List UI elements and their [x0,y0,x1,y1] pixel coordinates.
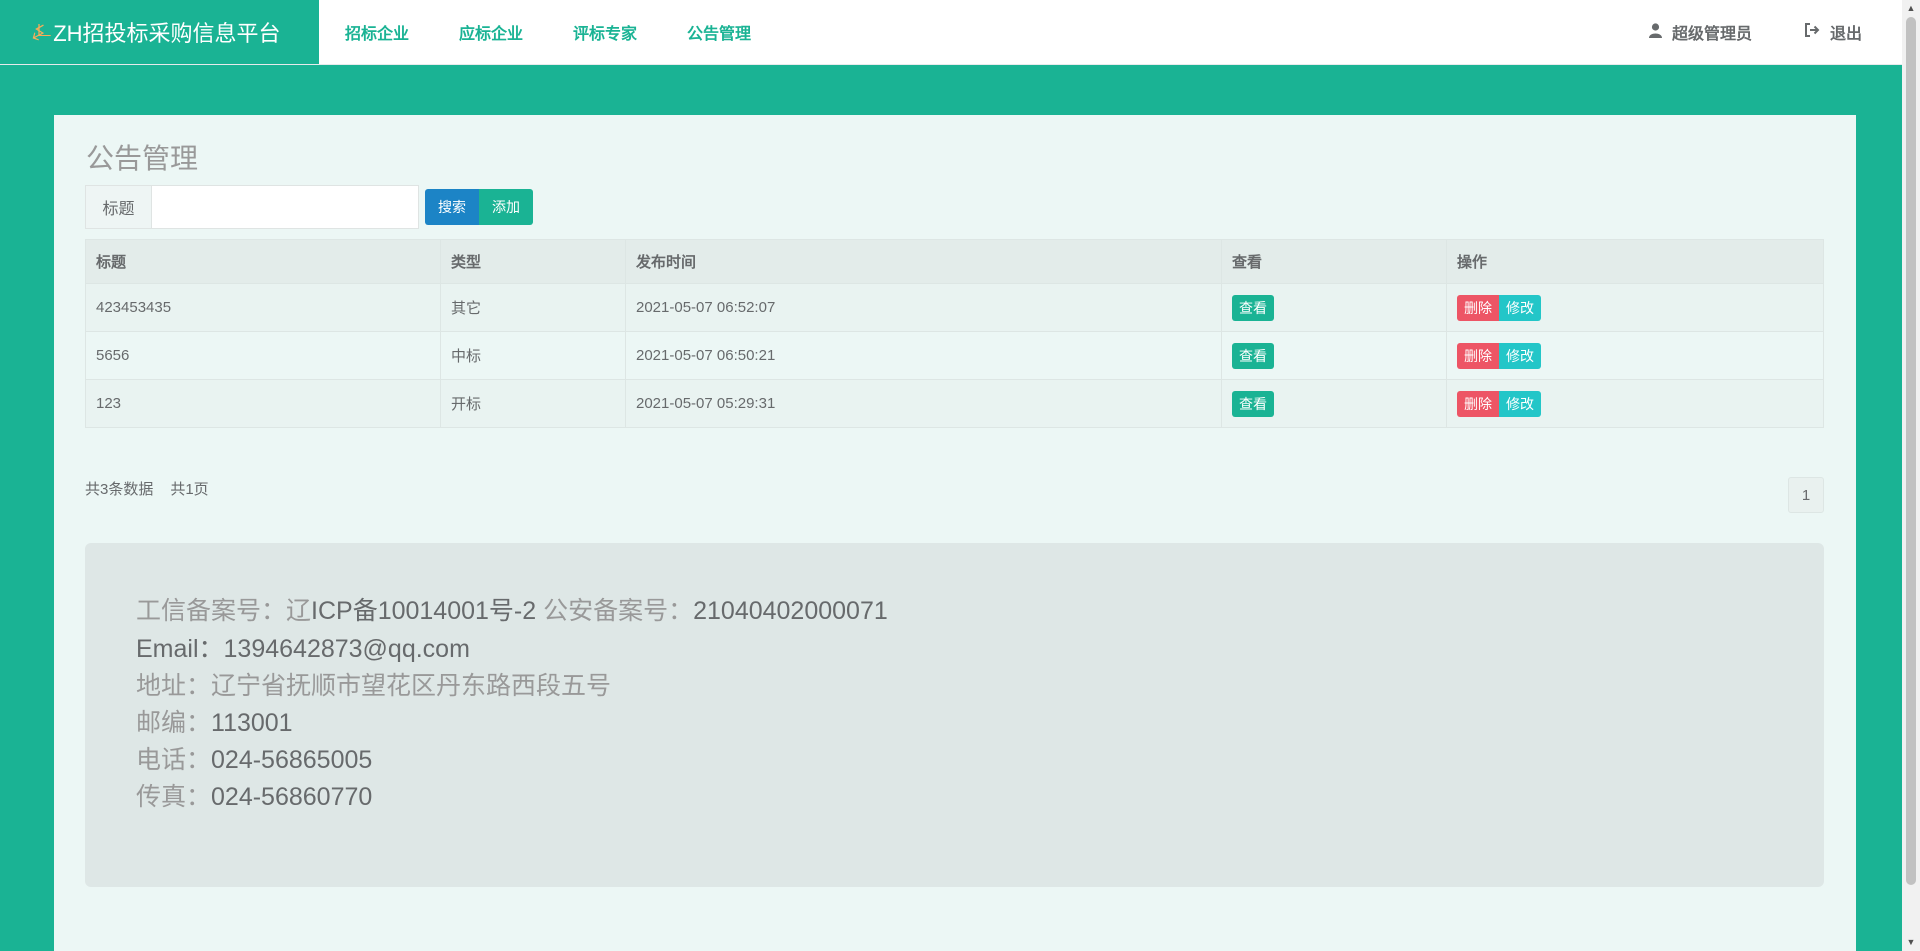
scrollbar-thumb[interactable] [1906,17,1916,885]
cell-actions: 删除 修改 [1446,331,1824,380]
logout-link[interactable]: 退出 [1804,20,1862,44]
page-title: 公告管理 [86,143,199,174]
view-button[interactable]: 查看 [1232,390,1274,417]
footer-email: Email：1394642873@qq.com [136,635,470,663]
search-button[interactable]: 搜索 [425,189,479,225]
user-profile-link[interactable]: 超级管理员 [1648,20,1752,44]
edit-button[interactable]: 修改 [1499,294,1541,321]
scroll-down-icon[interactable]: ▼ [1902,934,1920,951]
logout-label: 退出 [1829,26,1862,43]
edit-button[interactable]: 修改 [1499,390,1541,417]
column-header-type: 类型 [440,239,626,284]
table-row: 123 开标 2021-05-07 05:29:31 查看 删除 修改 [85,379,1824,428]
brand[interactable]: ⍼ ZH招投标采购信息平台 [0,0,319,64]
sign-out-icon [1804,23,1820,41]
table-row: 423453435 其它 2021-05-07 06:52:07 查看 删除 修改 [85,283,1824,332]
title-search-group: 标题 [85,185,419,229]
user-name: 超级管理员 [1671,26,1752,43]
content-panel: 公告管理 标题 搜索 添加 标题 类型 发布时间 查看 操作 423453435… [54,115,1856,951]
nav-item-bidding-companies[interactable]: 招标企业 [320,20,434,44]
nav-item-experts[interactable]: 评标专家 [548,20,662,44]
add-button[interactable]: 添加 [479,189,533,225]
cell-publish-time: 2021-05-07 06:52:07 [625,283,1222,332]
record-count: 共3条数据 共1页 [85,478,226,499]
delete-button[interactable]: 删除 [1457,294,1499,321]
page-button-1[interactable]: 1 [1788,477,1824,513]
column-header-title: 标题 [85,239,441,284]
cell-type: 其它 [440,283,626,332]
footer-postcode: 邮编：113001 [136,709,293,737]
user-icon [1648,22,1662,42]
announcements-table: 标题 类型 发布时间 查看 操作 423453435 其它 2021-05-07… [85,239,1824,428]
total-records: 共3条数据 [85,481,154,498]
footer-fax: 传真：024-56860770 [136,783,373,811]
column-header-publish-time: 发布时间 [625,239,1222,284]
logo-icon: ⍼ [32,19,52,44]
title-search-input[interactable] [152,186,418,228]
table-row: 5656 中标 2021-05-07 06:50:21 查看 删除 修改 [85,331,1824,380]
column-header-view: 查看 [1221,239,1447,284]
cell-view: 查看 [1221,331,1447,380]
nav-item-tendering-companies[interactable]: 应标企业 [434,20,548,44]
top-navbar: ⍼ ZH招投标采购信息平台 招标企业 应标企业 评标专家 公告管理 超级管理员 … [0,0,1902,65]
footer-registration: 工信备案号：辽ICP备10014001号-2 公安备案号：21040402000… [136,597,888,625]
cell-actions: 删除 修改 [1446,379,1824,428]
cell-type: 中标 [440,331,626,380]
footer-phone: 电话：024-56865005 [136,746,373,774]
cell-title: 423453435 [85,283,441,332]
title-search-label: 标题 [86,186,152,228]
action-buttons: 搜索 添加 [425,189,533,225]
edit-button[interactable]: 修改 [1499,342,1541,369]
nav-item-announcements[interactable]: 公告管理 [662,20,776,44]
column-header-actions: 操作 [1446,239,1824,284]
search-bar: 标题 搜索 添加 [85,185,533,229]
footer-info: 工信备案号：辽ICP备10014001号-2 公安备案号：21040402000… [85,543,1824,887]
cell-title: 123 [85,379,441,428]
cell-type: 开标 [440,379,626,428]
view-button[interactable]: 查看 [1232,342,1274,369]
delete-button[interactable]: 删除 [1457,342,1499,369]
table-header-row: 标题 类型 发布时间 查看 操作 [85,239,1824,284]
cell-publish-time: 2021-05-07 05:29:31 [625,379,1222,428]
delete-button[interactable]: 删除 [1457,390,1499,417]
vertical-scrollbar[interactable]: ▲ ▼ [1902,0,1920,951]
scroll-up-icon[interactable]: ▲ [1902,0,1920,17]
cell-publish-time: 2021-05-07 06:50:21 [625,331,1222,380]
view-button[interactable]: 查看 [1232,294,1274,321]
cell-title: 5656 [85,331,441,380]
footer-address: 地址：辽宁省抚顺市望花区丹东路西段五号 [136,672,612,700]
cell-view: 查看 [1221,379,1447,428]
cell-actions: 删除 修改 [1446,283,1824,332]
main-nav: 招标企业 应标企业 评标专家 公告管理 [320,0,776,64]
brand-title: ZH招投标采购信息平台 [53,21,281,46]
cell-view: 查看 [1221,283,1447,332]
user-menu: 超级管理员 退出 [1597,0,1862,64]
total-pages: 共1页 [170,481,209,498]
